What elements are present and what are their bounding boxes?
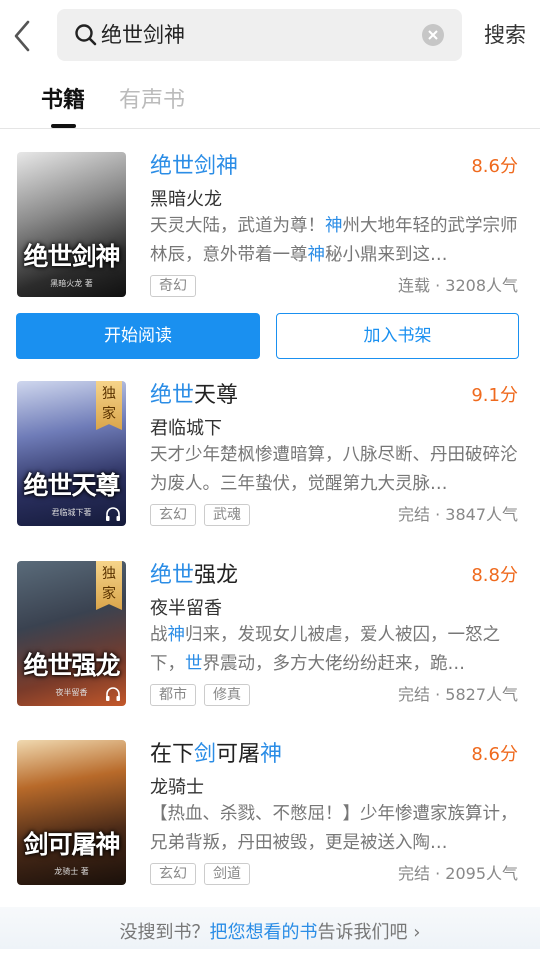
book-tags: 玄幻 武魂 <box>150 504 258 526</box>
book-tags: 都市 修真 <box>150 684 258 706</box>
search-icon <box>75 24 97 46</box>
book-score: 8.6分 <box>471 156 518 177</box>
start-reading-button[interactable]: 开始阅读 <box>16 313 260 359</box>
feedback-prefix: 没搜到书？ <box>119 922 210 943</box>
book-stats: 完结 · 5827人气 <box>398 685 518 704</box>
book-score: 9.1分 <box>471 385 518 406</box>
text-segment: 天才少年楚枫惨遭暗算，八脉尽断、丹田破碎沦为废人。三年蛰伏，觉醒第九大灵脉… <box>150 445 518 494</box>
book-author: 君临城下 <box>150 418 222 439</box>
book-tag[interactable]: 玄幻 <box>150 504 196 526</box>
tab-bar: 书籍 有声书 <box>0 72 540 129</box>
book-score: 8.8分 <box>471 565 518 586</box>
book-title[interactable]: 在下剑可屠神 <box>150 740 282 770</box>
text-segment: 可屠 <box>216 742 261 767</box>
highlighted-text: 神 <box>325 216 343 236</box>
exclusive-badge: 独家 <box>96 381 122 430</box>
book-item[interactable]: 绝世剑神 黑暗火龙 著 绝世剑神 8.6分 黑暗火龙 天灵大陆，武道为尊！神州大… <box>0 152 540 312</box>
feedback-link[interactable]: 把您想看的书 <box>210 922 318 943</box>
book-item[interactable]: 独家 绝世强龙 夜半留香 绝世强龙 8.8分 夜半留香 战神归来，发现女儿被虐，… <box>0 561 540 721</box>
book-author: 夜半留香 <box>150 598 222 619</box>
text-segment: 天灵大陆，武道为尊！ <box>150 216 325 236</box>
add-to-shelf-button[interactable]: 加入书架 <box>276 313 519 359</box>
text-segment: 在下 <box>150 742 195 767</box>
close-icon <box>428 30 438 40</box>
highlighted-text: 神 <box>307 245 326 265</box>
exclusive-badge: 独家 <box>96 561 122 610</box>
book-title[interactable]: 绝世强龙 <box>150 561 238 591</box>
book-stats: 完结 · 2095人气 <box>398 864 518 883</box>
book-item[interactable]: 独家 绝世天尊 君临城下著 绝世天尊 9.1分 君临城下 天才少年楚枫惨遭暗算，… <box>0 381 540 541</box>
text-segment: 秘小鼎来到这… <box>325 245 448 265</box>
feedback-suffix: 告诉我们吧 › <box>317 922 421 943</box>
search-input[interactable]: 绝世剑神 <box>101 20 185 50</box>
book-tag[interactable]: 玄幻 <box>150 863 196 885</box>
highlighted-text: 绝世剑神 <box>150 154 239 179</box>
text-segment: 强龙 <box>194 563 239 588</box>
highlighted-text: 剑 <box>194 742 217 767</box>
cover-author: 龙骑士 著 <box>54 867 89 876</box>
book-stats: 完结 · 3847人气 <box>398 505 518 524</box>
feedback-banner[interactable]: 没搜到书？把您想看的书告诉我们吧 › <box>0 907 540 949</box>
book-tags: 奇幻 <box>150 275 204 297</box>
cover-title: 剑可屠神 <box>23 830 120 859</box>
highlighted-text: 神 <box>260 742 283 767</box>
highlighted-text: 神 <box>167 625 186 645</box>
book-author: 龙骑士 <box>150 777 204 798</box>
book-tag[interactable]: 剑道 <box>204 863 250 885</box>
book-cover[interactable]: 独家 绝世天尊 君临城下著 <box>17 381 126 526</box>
text-segment: 天尊 <box>194 383 239 408</box>
back-button[interactable] <box>10 18 36 54</box>
cover-title: 绝世强龙 <box>23 651 120 680</box>
book-description: 【热血、杀戮、不憋屈！】少年惨遭家族算计，兄弟背叛，丹田被毁，更是被送入陶… <box>150 800 520 858</box>
book-description: 天灵大陆，武道为尊！神州大地年轻的武学宗师林辰，意外带着一尊神秘小鼎来到这… <box>150 212 520 270</box>
book-score: 8.6分 <box>471 744 518 765</box>
text-segment: 战 <box>150 625 168 645</box>
highlighted-text: 绝世 <box>150 383 195 408</box>
book-cover[interactable]: 独家 绝世强龙 夜半留香 <box>17 561 126 706</box>
chevron-left-icon <box>14 20 30 52</box>
book-tag[interactable]: 都市 <box>150 684 196 706</box>
book-author: 黑暗火龙 <box>150 189 222 210</box>
tab-books[interactable]: 书籍 <box>41 86 85 116</box>
search-header: 绝世剑神 搜索 <box>0 0 540 72</box>
tab-audiobooks[interactable]: 有声书 <box>119 86 185 116</box>
clear-search-button[interactable] <box>422 24 444 46</box>
text-segment: 【热血、杀戮、不憋屈！】少年惨遭家族算计，兄弟背叛，丹田被毁，更是被送入陶… <box>150 804 518 853</box>
headphone-icon <box>106 687 120 701</box>
book-item[interactable]: 剑可屠神 龙骑士 著 在下剑可屠神 8.6分 龙骑士 【热血、杀戮、不憋屈！】少… <box>0 740 540 900</box>
book-title[interactable]: 绝世天尊 <box>150 381 238 411</box>
book-tag[interactable]: 武魂 <box>204 504 250 526</box>
highlighted-text: 绝世 <box>150 563 195 588</box>
book-cover[interactable]: 绝世剑神 黑暗火龙 著 <box>17 152 126 297</box>
book-description: 战神归来，发现女儿被虐，爱人被囚，一怒之下，世界震动，多方大佬纷纷赶来，跪… <box>150 621 520 679</box>
headphone-icon <box>106 507 120 521</box>
book-tag[interactable]: 奇幻 <box>150 275 196 297</box>
book-tags: 玄幻 剑道 <box>150 863 258 885</box>
active-tab-indicator <box>51 124 76 128</box>
cover-title: 绝世天尊 <box>23 471 120 500</box>
cover-title: 绝世剑神 <box>23 242 120 271</box>
book-tag[interactable]: 修真 <box>204 684 250 706</box>
book-cover[interactable]: 剑可屠神 龙骑士 著 <box>17 740 126 885</box>
text-segment: 界震动，多方大佬纷纷赶来，跪… <box>202 654 466 674</box>
search-button[interactable]: 搜索 <box>484 20 526 50</box>
book-title[interactable]: 绝世剑神 <box>150 152 238 182</box>
book-stats: 连载 · 3208人气 <box>398 276 518 295</box>
highlighted-text: 世 <box>185 654 203 674</box>
search-field[interactable]: 绝世剑神 <box>57 9 462 61</box>
cover-author: 黑暗火龙 著 <box>50 279 93 288</box>
book-description: 天才少年楚枫惨遭暗算，八脉尽断、丹田破碎沦为废人。三年蛰伏，觉醒第九大灵脉… <box>150 441 520 499</box>
